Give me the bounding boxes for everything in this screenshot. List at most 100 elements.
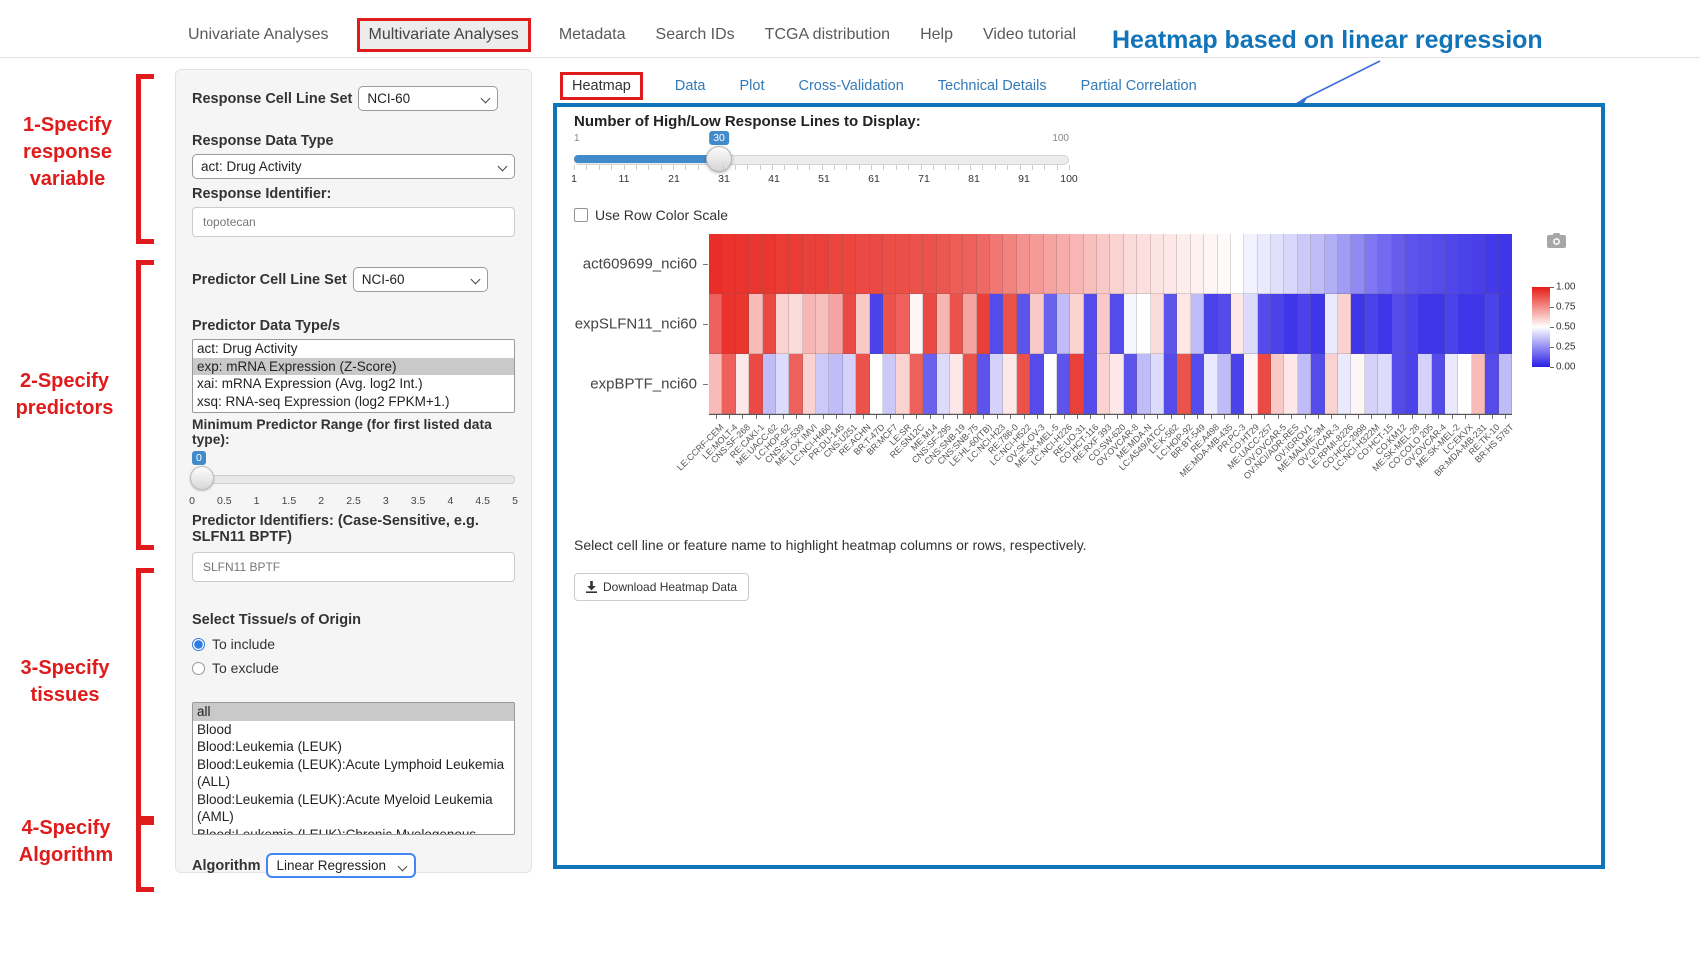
heatmap-cell[interactable] xyxy=(870,354,883,414)
heatmap-cell[interactable] xyxy=(1017,294,1030,354)
heatmap-row-label[interactable]: act609699_nci60 xyxy=(547,256,697,273)
heatmap-cell[interactable] xyxy=(1244,354,1257,414)
heatmap-cell[interactable] xyxy=(1472,234,1485,294)
heatmap-cell[interactable] xyxy=(1030,354,1043,414)
heatmap-cell[interactable] xyxy=(1418,294,1431,354)
heatmap-cell[interactable] xyxy=(1177,234,1190,294)
heatmap-cell[interactable] xyxy=(789,294,802,354)
heatmap-cell[interactable] xyxy=(709,354,722,414)
tab-data[interactable]: Data xyxy=(673,74,708,98)
heatmap-cell[interactable] xyxy=(1258,354,1271,414)
heatmap-cell[interactable] xyxy=(1003,354,1016,414)
heatmap-cell[interactable] xyxy=(856,294,869,354)
heatmap-cell[interactable] xyxy=(1445,354,1458,414)
heatmap-cell[interactable] xyxy=(1137,354,1150,414)
heatmap-cell[interactable] xyxy=(829,234,842,294)
heatmap-cell[interactable] xyxy=(1231,294,1244,354)
predictor-cell-line-set-select[interactable]: NCI-60 xyxy=(353,267,488,292)
heatmap-cell[interactable] xyxy=(803,234,816,294)
heatmap-cell[interactable] xyxy=(1218,354,1231,414)
heatmap-cell[interactable] xyxy=(1151,354,1164,414)
list-option[interactable]: Blood:Leukemia (LEUK):Acute Myeloid Leuk… xyxy=(193,791,514,826)
heatmap-cell[interactable] xyxy=(722,234,735,294)
heatmap-cell[interactable] xyxy=(1378,294,1391,354)
heatmap-cell[interactable] xyxy=(1084,354,1097,414)
heatmap-cell[interactable] xyxy=(1044,354,1057,414)
heatmap-cell[interactable] xyxy=(1392,354,1405,414)
heatmap-cell[interactable] xyxy=(1445,234,1458,294)
heatmap-cell[interactable] xyxy=(763,294,776,354)
heatmap-cell[interactable] xyxy=(1284,354,1297,414)
heatmap-cell[interactable] xyxy=(1311,234,1324,294)
heatmap-cell[interactable] xyxy=(1365,234,1378,294)
heatmap-cell[interactable] xyxy=(1244,294,1257,354)
heatmap-cell[interactable] xyxy=(1405,294,1418,354)
heatmap-cell[interactable] xyxy=(1499,234,1512,294)
heatmap-cell[interactable] xyxy=(749,294,762,354)
heatmap-cell[interactable] xyxy=(1392,234,1405,294)
nav-item-univariate-analyses[interactable]: Univariate Analyses xyxy=(186,20,331,50)
heatmap-cell[interactable] xyxy=(1378,234,1391,294)
min-predictor-range-slider[interactable]: 0 00.511.522.533.544.55 xyxy=(192,451,515,507)
heatmap-cell[interactable] xyxy=(1151,234,1164,294)
heatmap-cell[interactable] xyxy=(1418,354,1431,414)
heatmap-cell[interactable] xyxy=(803,354,816,414)
heatmap-cell[interactable] xyxy=(1365,294,1378,354)
heatmap-cell[interactable] xyxy=(1351,294,1364,354)
heatmap-cell[interactable] xyxy=(883,234,896,294)
heatmap-cell[interactable] xyxy=(1338,234,1351,294)
heatmap-cell[interactable] xyxy=(1405,354,1418,414)
heatmap-cell[interactable] xyxy=(776,294,789,354)
heatmap-cell[interactable] xyxy=(1378,354,1391,414)
heatmap-cell[interactable] xyxy=(803,294,816,354)
heatmap-cell[interactable] xyxy=(1271,354,1284,414)
heatmap-cell[interactable] xyxy=(749,234,762,294)
heatmap-cell[interactable] xyxy=(722,294,735,354)
heatmap-cell[interactable] xyxy=(950,234,963,294)
heatmap-cell[interactable] xyxy=(883,354,896,414)
heatmap-cell[interactable] xyxy=(1044,234,1057,294)
heatmap-grid[interactable] xyxy=(709,234,1512,415)
heatmap-cell[interactable] xyxy=(896,234,909,294)
heatmap-cell[interactable] xyxy=(1070,354,1083,414)
heatmap-cell[interactable] xyxy=(1070,294,1083,354)
heatmap-cell[interactable] xyxy=(1057,354,1070,414)
camera-icon[interactable] xyxy=(1547,233,1566,253)
nav-item-search-ids[interactable]: Search IDs xyxy=(654,20,737,50)
heatmap-cell[interactable] xyxy=(1284,294,1297,354)
heatmap-cell[interactable] xyxy=(1084,234,1097,294)
heatmap-cell[interactable] xyxy=(1191,234,1204,294)
heatmap-cell[interactable] xyxy=(977,294,990,354)
heatmap-cell[interactable] xyxy=(816,234,829,294)
nav-item-multivariate-analyses[interactable]: Multivariate Analyses xyxy=(357,18,531,52)
heatmap-cell[interactable] xyxy=(923,354,936,414)
nav-item-video-tutorial[interactable]: Video tutorial xyxy=(981,20,1078,50)
heatmap-cell[interactable] xyxy=(816,294,829,354)
heatmap-cell[interactable] xyxy=(1097,234,1110,294)
min-predictor-range-track[interactable] xyxy=(192,475,515,484)
heatmap-cell[interactable] xyxy=(856,354,869,414)
heatmap-cell[interactable] xyxy=(1204,234,1217,294)
heatmap-cell[interactable] xyxy=(1164,354,1177,414)
tab-technical-details[interactable]: Technical Details xyxy=(936,74,1049,98)
heatmap-cell[interactable] xyxy=(1110,354,1123,414)
heatmap-cell[interactable] xyxy=(843,354,856,414)
heatmap-cell[interactable] xyxy=(937,354,950,414)
tab-heatmap[interactable]: Heatmap xyxy=(560,72,643,100)
heatmap-cell[interactable] xyxy=(1485,354,1498,414)
nav-item-metadata[interactable]: Metadata xyxy=(557,20,628,50)
heatmap-cell[interactable] xyxy=(1445,294,1458,354)
tab-partial-correlation[interactable]: Partial Correlation xyxy=(1079,74,1199,98)
heatmap-row-label[interactable]: expBPTF_nci60 xyxy=(547,376,697,393)
heatmap-cell[interactable] xyxy=(1231,234,1244,294)
heatmap-cell[interactable] xyxy=(1338,294,1351,354)
heatmap-cell[interactable] xyxy=(709,294,722,354)
heatmap-cell[interactable] xyxy=(856,234,869,294)
list-option[interactable]: all xyxy=(193,703,514,721)
heatmap-cell[interactable] xyxy=(1392,294,1405,354)
download-heatmap-data-button[interactable]: Download Heatmap Data xyxy=(574,573,749,601)
heatmap-cell[interactable] xyxy=(843,234,856,294)
heatmap-cell[interactable] xyxy=(776,354,789,414)
heatmap-cell[interactable] xyxy=(896,294,909,354)
list-option[interactable]: exp: mRNA Expression (Z-Score) xyxy=(193,358,514,376)
